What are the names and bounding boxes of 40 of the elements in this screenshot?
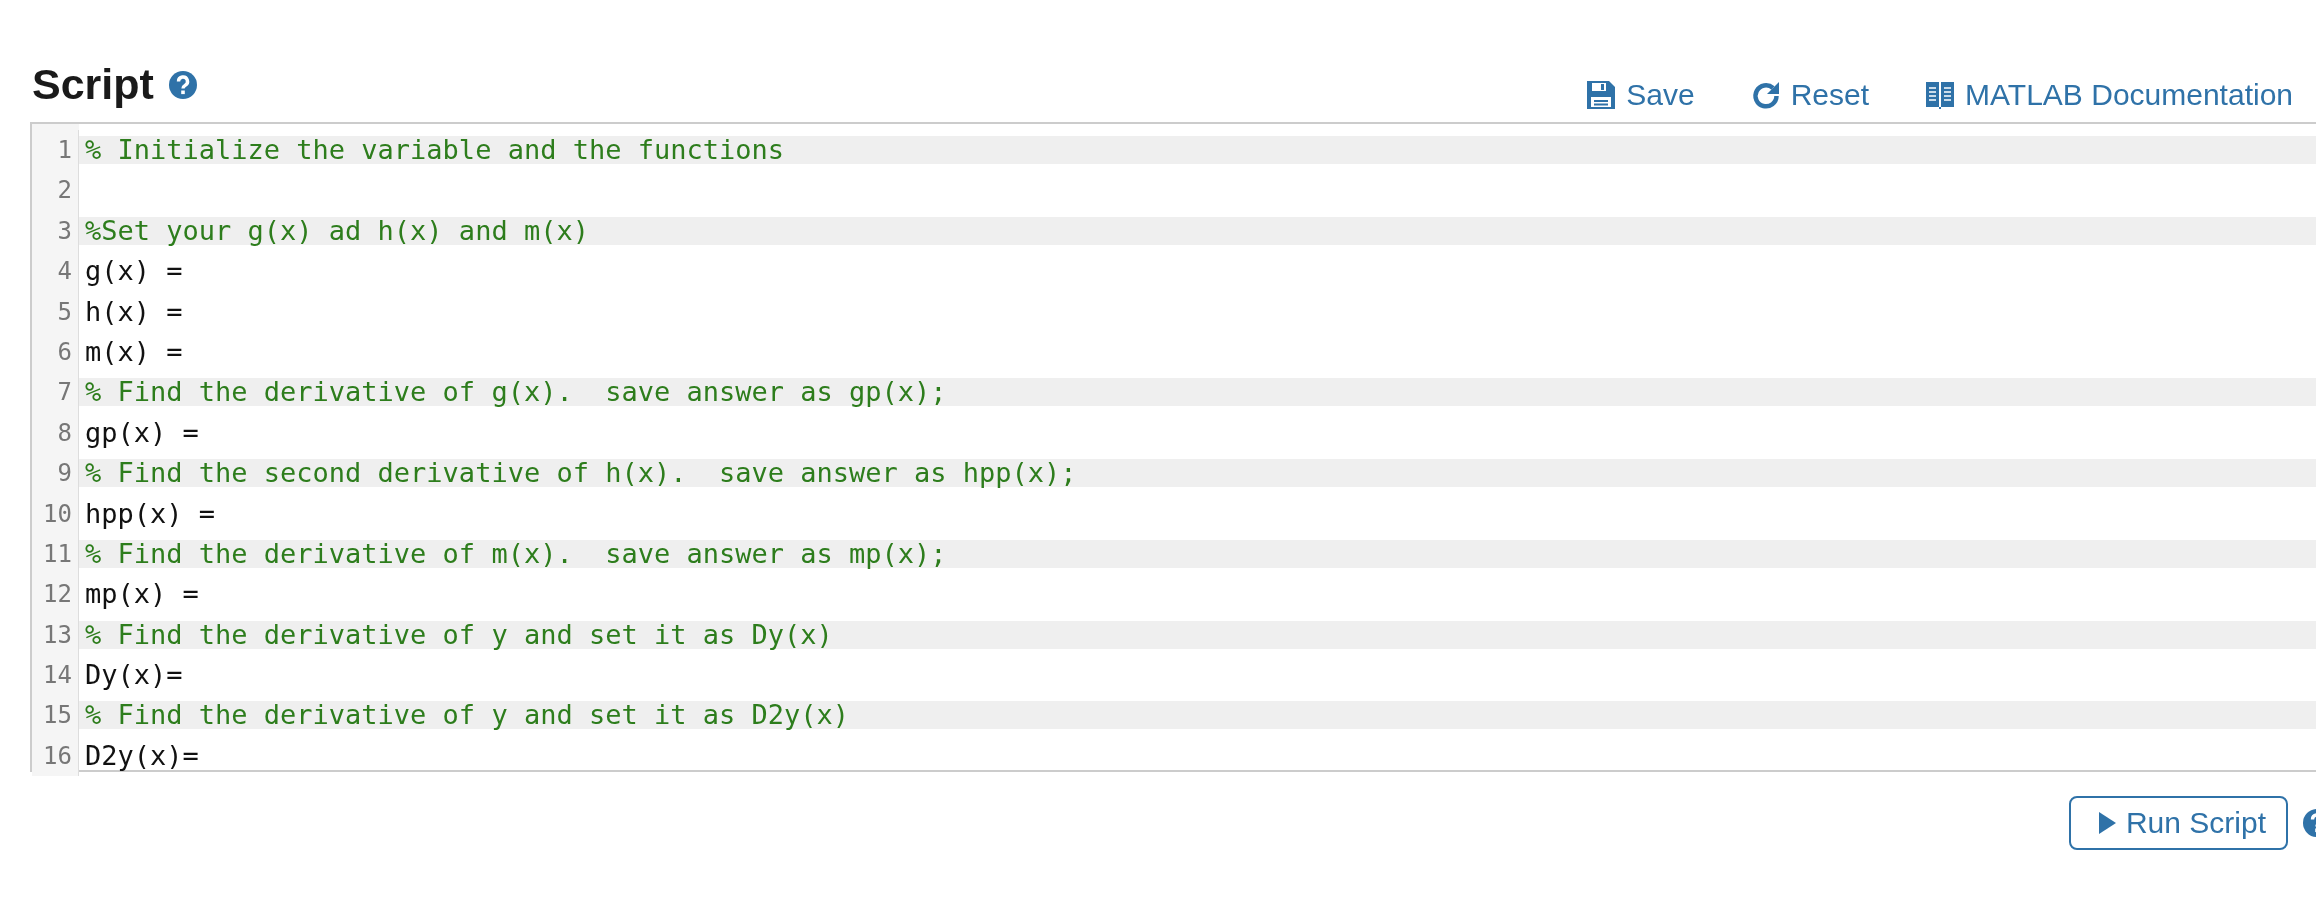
- code-comment: %Set your g(x) ad h(x) and m(x): [85, 216, 589, 245]
- help-icon[interactable]: [167, 69, 198, 100]
- run-script-button[interactable]: Run Script: [2068, 796, 2288, 850]
- line-number: 14: [43, 660, 72, 692]
- line-number: 12: [43, 579, 72, 611]
- line-number: 16: [43, 740, 72, 772]
- line-number: 15: [43, 700, 72, 732]
- line-number: 7: [57, 377, 72, 409]
- line-number: 6: [57, 336, 72, 368]
- play-icon: [2098, 812, 2116, 834]
- documentation-link[interactable]: MATLAB Documentation: [1925, 78, 2293, 112]
- line-number: 1: [57, 135, 72, 166]
- code-line: D2y(x)=: [85, 738, 199, 773]
- line-number: 2: [57, 175, 72, 207]
- line-number: 9: [57, 458, 72, 490]
- code-line: gp(x) =: [85, 415, 199, 450]
- refresh-icon: [1750, 80, 1781, 110]
- code-comment: % Find the derivative of m(x). save answer as mp(x);: [85, 539, 947, 568]
- line-number: 11: [43, 538, 72, 570]
- code-line: h(x) =: [85, 294, 183, 329]
- code-comment: % Find the derivative of y and set it as D2y(x): [85, 701, 849, 730]
- line-number: 10: [43, 498, 72, 530]
- code-line: hpp(x) =: [85, 496, 216, 531]
- code-line: g(x) =: [85, 254, 183, 289]
- code-comment: % Initialize the variable and the functions: [85, 136, 784, 164]
- book-icon: [1925, 80, 1956, 110]
- code-comment: % Find the second derivative of h(x). save answer as hpp(x);: [85, 459, 1077, 488]
- page-title: Script: [32, 60, 154, 109]
- code-comment: % Find the derivative of g(x). save answer as gp(x);: [85, 378, 947, 407]
- line-number: 4: [57, 256, 72, 288]
- code-line: mp(x) =: [85, 577, 199, 612]
- line-number: 8: [57, 417, 72, 449]
- save-link[interactable]: Save: [1586, 78, 1695, 112]
- code-line: Dy(x)=: [85, 658, 183, 693]
- code-comment: % Find the derivative of y and set it as Dy(x): [85, 620, 833, 649]
- line-number: 13: [43, 619, 72, 651]
- code-line: m(x) =: [85, 334, 183, 369]
- line-number: 5: [57, 296, 72, 328]
- reset-link[interactable]: Reset: [1750, 78, 1870, 112]
- line-number: 3: [57, 215, 72, 247]
